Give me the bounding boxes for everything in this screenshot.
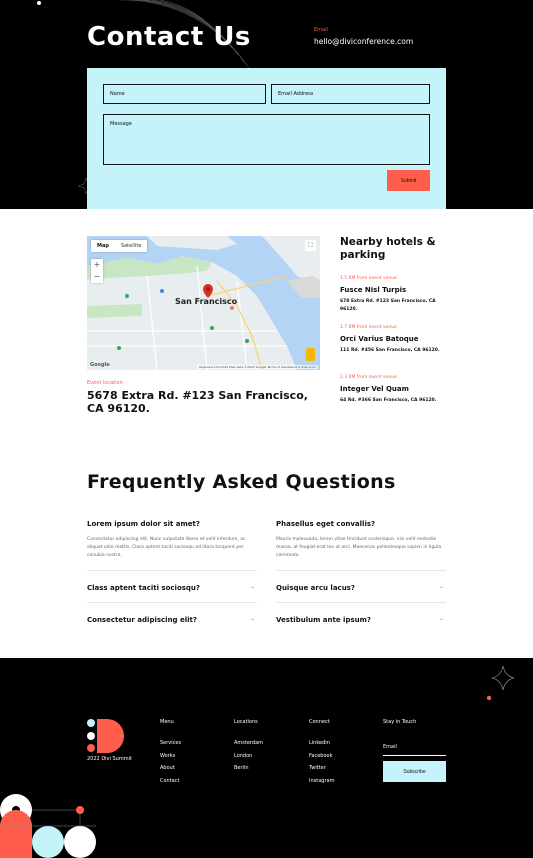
faq-question: Consectetur adipiscing elit? xyxy=(87,616,197,624)
message-placeholder: Message xyxy=(110,121,132,127)
footer-locations: Locations Amsterdam London Berlin xyxy=(234,719,263,778)
email-field[interactable]: Email Address xyxy=(271,84,430,104)
email-placeholder: Email Address xyxy=(278,91,314,97)
footer-link-berlin[interactable]: Berlin xyxy=(234,765,263,778)
footer-link-services[interactable]: Services xyxy=(160,740,181,753)
chevron-down-icon: ⌄ xyxy=(249,615,255,622)
footer-link-contact[interactable]: Contact xyxy=(160,778,181,791)
zoom-controls: + − xyxy=(91,259,103,283)
event-location-label: Event location xyxy=(87,380,123,386)
hotel-name: Orci Varius Batoque xyxy=(340,335,419,343)
faq-item[interactable]: Quisque arcu lacus? ⌄ xyxy=(276,570,446,602)
name-placeholder: Name xyxy=(110,91,125,97)
message-field[interactable]: Message xyxy=(103,114,430,165)
chevron-down-icon: ⌄ xyxy=(438,615,444,622)
pegman-icon[interactable] xyxy=(306,348,315,361)
hotel-address: 111 Rd. #456 San Francisco, CA 96120. xyxy=(340,348,440,353)
faq-question: Vestibulum ante ipsum? xyxy=(276,616,371,624)
footer-heading: Menu xyxy=(160,719,174,725)
hotel-address: 678 Extra Rd. #123 San Francisco, CA 961… xyxy=(340,299,436,312)
contact-form: Name Email Address Message Submit xyxy=(87,68,446,209)
hotel-name: Fusce Nisl Turpis xyxy=(340,286,407,294)
hotel-distance: 1.5 KM from event venue xyxy=(340,276,397,281)
map-credits[interactable]: Keyboard shortcuts Map data ©2022 Google… xyxy=(197,365,318,369)
faq-question-open[interactable]: Lorem ipsum dolor sit amet? xyxy=(87,520,257,528)
event-address: 5678 Extra Rd. #123 San Francisco, CA 96… xyxy=(87,389,308,415)
footer-link-london[interactable]: London xyxy=(234,753,263,766)
google-logo: Google xyxy=(90,362,110,368)
contact-section: Contact Us Email hello@diviconference.co… xyxy=(0,0,533,209)
faq-item[interactable]: Consectetur adipiscing elit? ⌄ xyxy=(87,602,257,634)
footer-link-amsterdam[interactable]: Amsterdam xyxy=(234,740,263,753)
footer-heading: Locations xyxy=(234,719,258,725)
faq-answer: Mauris malesuada, lorem vitae tincidunt … xyxy=(276,537,442,558)
content-section: Map Satellite + − ⛶ San Francisco Google… xyxy=(0,209,533,658)
faq-answer: Consectetur adipiscing elit. Nunc vulput… xyxy=(87,537,246,558)
email-label: Email xyxy=(314,27,328,33)
hotel-item: 1.5 KM from event venue Fusce Nisl Turpi… xyxy=(340,276,450,314)
footer-menu: Menu Services Works About Contact xyxy=(160,719,181,790)
nearby-title: Nearby hotels & parking xyxy=(340,236,436,261)
email-link[interactable]: hello@diviconference.com xyxy=(314,37,413,46)
footer-heading: Connect xyxy=(309,719,330,725)
zoom-in-button[interactable]: + xyxy=(91,259,103,271)
stay-in-touch-heading: Stay in Touch xyxy=(383,719,417,725)
footer: 2022 Divi Summit Menu Services Works Abo… xyxy=(0,658,533,858)
faq-title: Frequently Asked Questions xyxy=(87,471,396,493)
footer-connect: Connect Linkedin Facebook Twitter Instag… xyxy=(309,719,334,790)
footer-decoration xyxy=(0,665,515,858)
hotel-name: Integer Vel Quam xyxy=(340,385,409,393)
hotel-distance: 1.7 KM from event venue xyxy=(340,325,397,330)
map-embed[interactable]: Map Satellite + − ⛶ San Francisco Google… xyxy=(87,236,320,370)
faq-question: Quisque arcu lacus? xyxy=(276,584,355,592)
hotel-item: 2.3 KM from event venue Integer Vel Quam… xyxy=(340,375,450,405)
faq-question: Class aptent taciti sociosqu? xyxy=(87,584,200,592)
copyright: 2022 Divi Summit xyxy=(87,756,132,762)
footer-link-twitter[interactable]: Twitter xyxy=(309,765,334,778)
footer-link-facebook[interactable]: Facebook xyxy=(309,753,334,766)
faq-item[interactable]: Vestibulum ante ipsum? ⌄ xyxy=(276,602,446,634)
chevron-down-icon: ⌄ xyxy=(438,583,444,590)
faq-column-right: Phasellus eget convallis? Mauris malesua… xyxy=(276,520,446,634)
faq-question-open[interactable]: Phasellus eget convallis? xyxy=(276,520,446,528)
footer-link-works[interactable]: Works xyxy=(160,753,181,766)
hotel-distance: 2.3 KM from event venue xyxy=(340,375,397,380)
footer-link-instagram[interactable]: Instagram xyxy=(309,778,334,791)
faq-item[interactable]: Class aptent taciti sociosqu? ⌄ xyxy=(87,570,257,602)
divi-summit-logo[interactable] xyxy=(87,719,127,753)
name-field[interactable]: Name xyxy=(103,84,266,104)
chevron-down-icon: ⌄ xyxy=(249,583,255,590)
zoom-out-button[interactable]: − xyxy=(91,271,103,283)
map-type-toggle: Map Satellite xyxy=(91,240,148,252)
footer-link-linkedin[interactable]: Linkedin xyxy=(309,740,334,753)
map-tab[interactable]: Map xyxy=(91,240,115,252)
map-city-label: San Francisco xyxy=(175,297,238,306)
submit-button[interactable]: Submit xyxy=(387,170,430,191)
hotel-item: 1.7 KM from event venue Orci Varius Bato… xyxy=(340,325,450,355)
footer-link-about[interactable]: About xyxy=(160,765,181,778)
page-title: Contact Us xyxy=(87,22,251,52)
satellite-tab[interactable]: Satellite xyxy=(115,240,147,252)
newsletter-email-input[interactable]: Email xyxy=(383,744,446,756)
subscribe-button[interactable]: Subscribe xyxy=(383,761,446,782)
hotel-address: 64 Rd. #366 San Francisco, CA 96120. xyxy=(340,398,437,403)
faq-column-left: Lorem ipsum dolor sit amet? Consectetur … xyxy=(87,520,257,634)
fullscreen-icon[interactable]: ⛶ xyxy=(305,240,316,251)
